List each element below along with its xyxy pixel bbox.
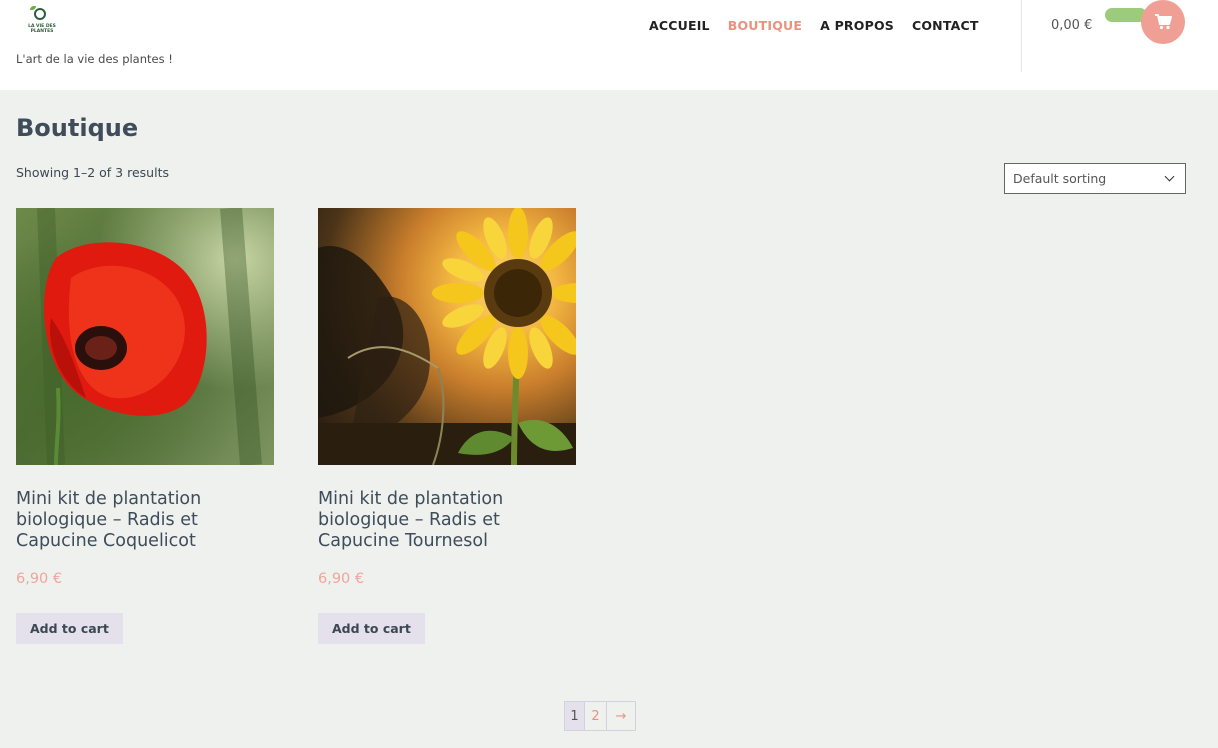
next-page-arrow-icon[interactable]: →: [606, 701, 636, 731]
site-logo[interactable]: LA VIE DES PLANTES: [25, 6, 59, 40]
sorting-value: Default sorting: [1013, 171, 1107, 186]
nav-a-propos[interactable]: A PROPOS: [820, 18, 894, 33]
page-title: Boutique: [16, 114, 139, 142]
product-card: Mini kit de plantation biologique – Radi…: [318, 208, 576, 644]
sunflower-photo: [318, 208, 576, 465]
cart-icon: [1155, 14, 1172, 30]
product-title[interactable]: Mini kit de plantation biologique – Radi…: [16, 489, 246, 552]
add-to-cart-button[interactable]: Add to cart: [16, 613, 123, 644]
product-price: 6,90 €: [318, 571, 365, 587]
add-to-cart-button[interactable]: Add to cart: [318, 613, 425, 644]
product-image-poppy[interactable]: [16, 208, 274, 465]
product-card: Mini kit de plantation biologique – Radi…: [16, 208, 274, 644]
chevron-down-icon: [1164, 171, 1175, 182]
result-count: Showing 1–2 of 3 results: [16, 165, 169, 180]
poppy-photo: [37, 208, 262, 465]
logo-mark-icon: [34, 8, 46, 20]
nav-accueil[interactable]: ACCUEIL: [649, 18, 710, 33]
page-current: 1: [564, 701, 585, 731]
nav-divider: [1021, 0, 1022, 72]
logo-text: LA VIE DES PLANTES: [28, 24, 56, 34]
main-nav: ACCUEIL BOUTIQUE A PROPOS CONTACT: [640, 18, 988, 33]
nav-contact[interactable]: CONTACT: [912, 18, 979, 33]
sorting-select[interactable]: Default sorting: [1004, 163, 1186, 194]
page-link-2[interactable]: 2: [584, 701, 607, 731]
site-header: LA VIE DES PLANTES L'art de la vie des p…: [0, 0, 1218, 90]
nav-boutique[interactable]: BOUTIQUE: [728, 18, 802, 33]
product-image-sunflower[interactable]: [318, 208, 576, 465]
cart-button[interactable]: [1141, 0, 1185, 44]
site-tagline: L'art de la vie des plantes !: [16, 52, 173, 66]
product-title[interactable]: Mini kit de plantation biologique – Radi…: [318, 489, 548, 552]
cart-total[interactable]: 0,00 €: [1051, 18, 1092, 33]
product-price: 6,90 €: [16, 571, 63, 587]
pagination: 1 2 →: [564, 701, 636, 731]
